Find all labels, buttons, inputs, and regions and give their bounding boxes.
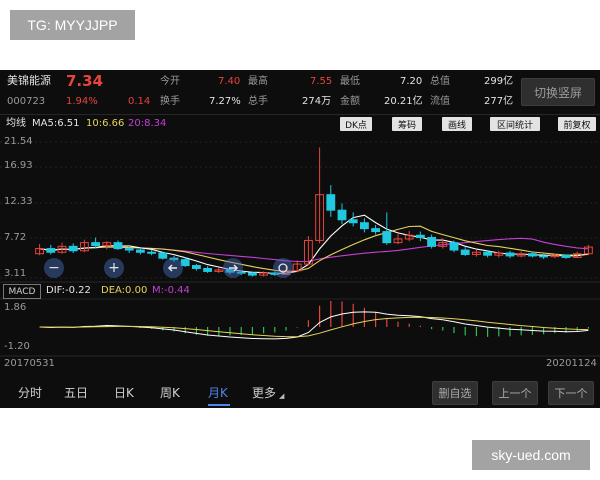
macd-m: M:-0.44	[152, 285, 190, 296]
candle	[527, 253, 537, 257]
macd-panel	[39, 301, 590, 340]
macd-dea: DEA:0.00	[101, 285, 148, 296]
macd-tick-bottom: -1.20	[4, 341, 30, 352]
reset-icon	[278, 263, 288, 273]
active-tab-indicator	[208, 404, 230, 406]
indicator-selector[interactable]: MACD	[3, 284, 41, 299]
reset-view-button[interactable]	[273, 258, 293, 278]
scroll-left-button[interactable]	[163, 258, 183, 278]
date-end: 20201124	[546, 358, 597, 369]
candle	[359, 222, 369, 230]
price-tick: 7.72	[4, 232, 27, 243]
candle	[539, 255, 549, 258]
ma20-line	[39, 237, 589, 263]
price-tick: 21.54	[4, 136, 33, 147]
price-tick: 16.93	[4, 160, 33, 171]
candle	[135, 249, 145, 253]
tab-daily-k[interactable]: 日K	[114, 384, 134, 401]
candle	[449, 242, 459, 251]
candle	[147, 251, 157, 254]
candle	[247, 272, 257, 276]
candle	[203, 267, 213, 272]
tab-weekly-k[interactable]: 周K	[160, 384, 180, 401]
previous-stock-button[interactable]: 上一个	[492, 381, 538, 405]
macd-dif: DIF:-0.22	[46, 285, 91, 296]
delete-watchlist-button[interactable]: 删自选	[432, 381, 478, 405]
tab-intraday[interactable]: 分时	[18, 384, 42, 401]
chart-grid	[0, 141, 600, 357]
scroll-right-button[interactable]	[223, 258, 243, 278]
more-dropdown-icon: ◢	[279, 392, 285, 400]
tab-five-day[interactable]: 五日	[64, 384, 88, 401]
price-tick: 12.33	[4, 196, 33, 207]
candle	[561, 254, 571, 258]
price-tick: 3.11	[4, 268, 27, 279]
candle	[326, 194, 336, 211]
candle	[415, 234, 425, 238]
candle	[91, 242, 101, 247]
candle	[124, 248, 134, 251]
date-start: 20170531	[4, 358, 55, 369]
watermark-tg: TG: MYYJJPP	[10, 10, 135, 40]
candle	[113, 242, 123, 250]
arrow-left-icon	[167, 264, 177, 272]
arrow-right-icon	[229, 264, 239, 272]
candle	[427, 236, 437, 247]
zoom-out-button[interactable]: −	[44, 258, 64, 278]
candle	[483, 251, 493, 256]
candle	[371, 228, 381, 233]
zoom-in-button[interactable]: +	[104, 258, 124, 278]
candle	[348, 219, 358, 224]
candle	[382, 231, 392, 244]
tab-monthly-k[interactable]: 月K	[208, 384, 228, 401]
tab-more[interactable]: 更多	[252, 384, 276, 401]
candle	[505, 252, 515, 257]
kline-chart[interactable]	[0, 70, 600, 375]
next-stock-button[interactable]: 下一个	[548, 381, 594, 405]
indicator-label: MACD	[8, 286, 36, 297]
watermark-site: sky-ued.com	[472, 440, 590, 470]
candle	[68, 245, 78, 252]
period-tabs: 分时 五日 日K 周K 月K 更多 ◢ 删自选 上一个 下一个	[0, 375, 600, 408]
stock-app: 美锦能源 7.34 000723 1.94% 0.14 今开 7.40 最高 7…	[0, 70, 600, 408]
candle	[46, 248, 56, 253]
candle	[460, 249, 470, 255]
candle	[158, 252, 168, 259]
macd-tick-top: 1.86	[4, 302, 27, 313]
candle	[337, 209, 347, 221]
candle	[191, 265, 201, 269]
